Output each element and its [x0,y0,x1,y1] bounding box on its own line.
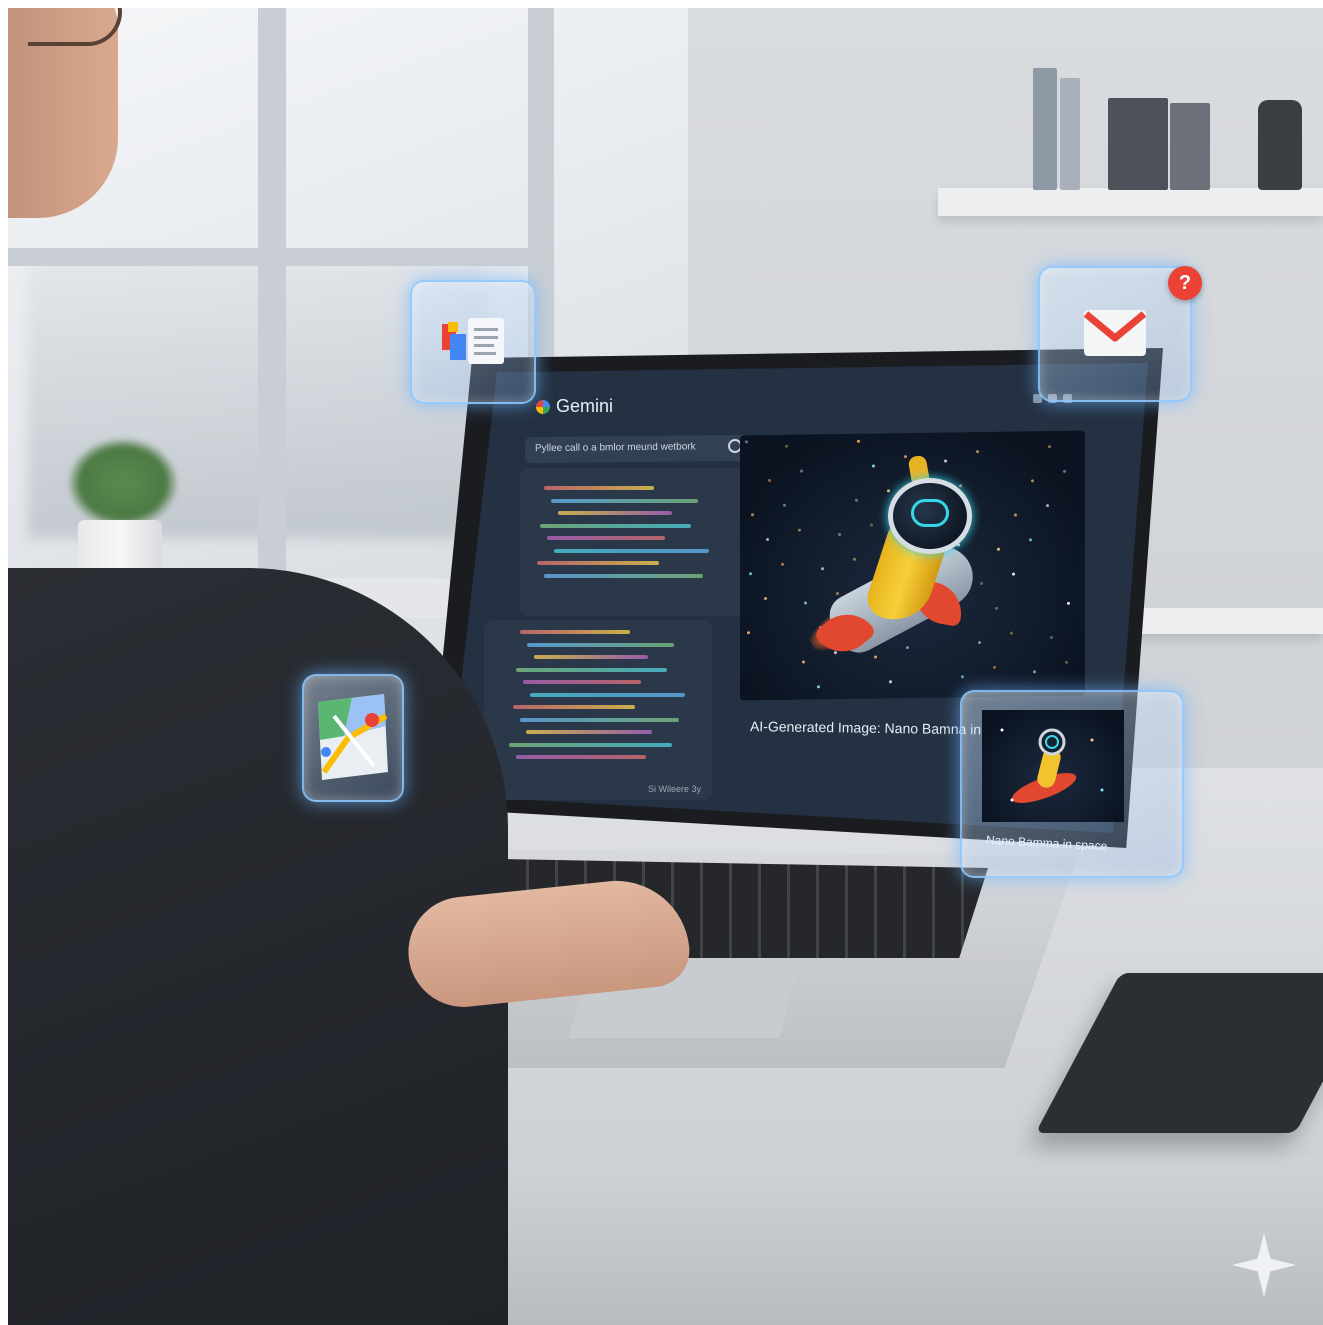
vase [1258,100,1302,190]
star [817,685,820,689]
star [766,538,769,542]
code-line [526,730,653,734]
star [959,484,962,488]
star [1065,660,1068,664]
star [751,513,754,517]
star [995,606,998,610]
star [980,582,983,586]
star [802,660,805,664]
code-line [557,511,672,515]
star [798,528,801,532]
gmail-icon [1083,310,1147,356]
book [1108,98,1168,190]
star [800,469,803,473]
star [978,641,981,645]
star [1048,445,1051,449]
star [749,572,752,576]
book [1060,78,1080,190]
star [853,557,856,561]
code-line [543,573,703,578]
maps-icon [318,694,388,780]
star [857,439,860,443]
star [836,592,839,596]
star [944,459,947,463]
docs-card[interactable] [410,280,536,404]
code-panel-top [520,468,748,616]
maps-card[interactable] [302,674,404,802]
banana-astronaut-thumbnail [1000,728,1104,803]
code-line [533,655,648,659]
code-line [516,755,646,759]
code-line [554,548,709,553]
docs-icon [442,318,504,364]
code-line [550,498,698,503]
prompt-input[interactable]: Pyllee call o a bmlor meund wetbork [525,434,750,464]
code-line [509,742,673,747]
code-line [544,486,654,490]
code-line [516,667,668,672]
star [1046,504,1049,508]
astronaut-helmet [888,478,972,554]
star [1010,631,1013,635]
star [747,631,750,635]
shelf [938,188,1323,216]
footer-note: Si Wileere 3y [648,784,702,794]
window-transom [8,248,548,266]
star [855,498,858,502]
plant [68,438,178,528]
star [976,450,979,454]
helmet-visor [911,499,949,527]
photo-scene: Gemini Pyllee call o a bmlor meund wetbo… [8,8,1323,1325]
glasses [28,8,122,46]
prompt-text: Pyllee call o a bmlor meund wetbork [535,441,696,455]
star [1050,636,1053,640]
star [887,489,890,493]
code-line [530,692,685,697]
person-face [8,8,122,218]
star [781,562,784,566]
app-title: Gemini [556,396,614,416]
star [904,455,907,459]
code-line [547,536,666,540]
code-line [536,561,659,565]
star [1029,538,1032,542]
star [804,601,807,605]
star [745,440,748,444]
star [997,547,1000,551]
star [1063,469,1066,473]
star [768,478,771,483]
star [874,655,877,659]
code-line [540,523,692,528]
code-line [519,717,679,722]
star [783,503,786,507]
google-logo-icon [536,399,550,414]
app-header: Gemini [536,396,613,417]
book [1033,68,1057,190]
star [1033,670,1036,674]
notification-badge[interactable]: ? [1168,266,1202,300]
star [785,444,788,448]
code-line [512,705,635,709]
window-mullion [258,8,286,588]
star [1031,479,1034,483]
star [1067,601,1070,605]
star [821,567,824,571]
star [1012,572,1015,576]
star [1014,513,1017,517]
book [1170,103,1210,190]
code-line [523,680,642,684]
star [870,523,873,527]
code-line [520,630,630,634]
star [906,646,909,650]
star [961,675,964,679]
thumbnail-image[interactable] [982,710,1124,822]
code-panel-bottom [484,620,712,800]
star [838,532,841,537]
code-line [526,642,674,647]
star [889,680,892,684]
star [872,464,875,468]
star [764,597,767,601]
star [993,665,996,669]
